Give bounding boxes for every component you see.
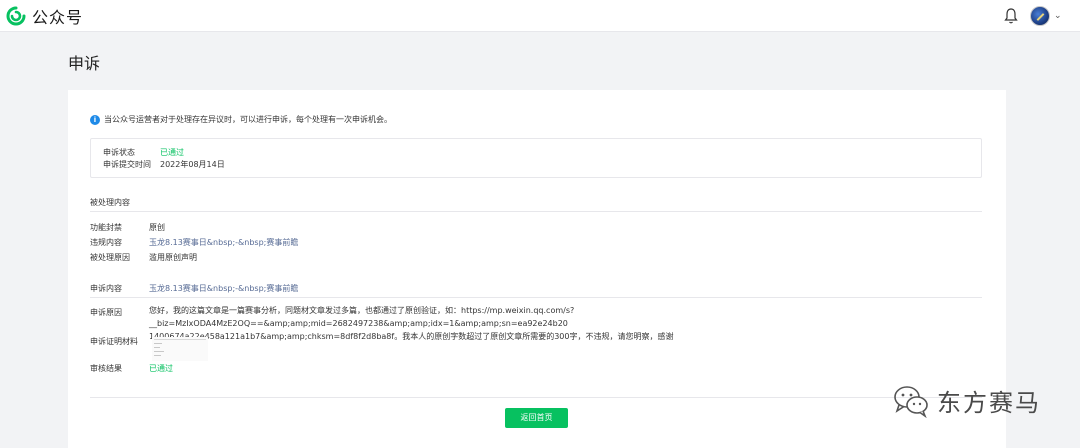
handled-row-reason: 被处理原因 滥用原创声明 (90, 252, 197, 263)
row-label: 被处理原因 (90, 253, 130, 262)
result-value: 已通过 (149, 364, 173, 373)
result-label: 审核结果 (90, 364, 122, 373)
info-icon: i (90, 114, 100, 125)
appeal-reason-line: 您好，我的这篇文章是一篇赛事分析，同题材文章发过多篇，也都通过了原创验证，如：h… (149, 306, 575, 328)
appeal-content-link[interactable]: 玉龙8.13赛事日&nbsp;-&nbsp;赛事前瞻 (149, 283, 298, 294)
appeal-content-row: 申诉内容 玉龙8.13赛事日&nbsp;-&nbsp;赛事前瞻 (90, 283, 298, 294)
page-title: 申诉 (68, 54, 101, 73)
row-label: 违规内容 (90, 238, 122, 247)
account-menu[interactable]: ⌄ (1030, 5, 1062, 27)
home-logo-link[interactable]: 公众号 (6, 6, 84, 27)
appeal-content-label: 申诉内容 (90, 284, 122, 293)
wechat-official-account-logo (6, 6, 26, 26)
notice-text: 当公众号运营者对于处理存在异议时，可以进行申诉，每个处理有一次申诉机会。 (104, 115, 392, 124)
appeal-reason-text: 您好，我的这篇文章是一篇赛事分析，同题材文章发过多篇，也都通过了原创验证，如：h… (149, 304, 989, 343)
divider (90, 397, 982, 398)
notice-bar: i 当公众号运营者对于处理存在异议时，可以进行申诉，每个处理有一次申诉机会。 (90, 114, 392, 125)
proof-label: 申诉证明材料 (90, 337, 138, 346)
violation-content-link[interactable]: 玉龙8.13赛事日&nbsp;-&nbsp;赛事前瞻 (149, 237, 298, 248)
wechat-bubble-icon (894, 385, 928, 418)
status-value: 已通过 (160, 148, 184, 157)
handled-row-function: 功能封禁 原创 (90, 222, 165, 233)
row-label: 功能封禁 (90, 223, 122, 232)
appeal-reason-label: 申诉原因 (90, 308, 122, 317)
handled-section-title: 被处理内容 (90, 198, 130, 207)
avatar[interactable] (1030, 6, 1050, 26)
top-bar: 公众号 ⌄ (0, 0, 1080, 32)
divider (90, 211, 982, 212)
submit-time-label: 申诉提交时间 (103, 160, 151, 169)
status-row: 申诉状态 (103, 147, 135, 158)
row-value: 滥用原创声明 (149, 253, 197, 262)
app-name: 公众号 (32, 8, 84, 27)
appeal-card: i 当公众号运营者对于处理存在异议时，可以进行申诉，每个处理有一次申诉机会。 申… (68, 90, 1006, 448)
watermark: 东方赛马 (893, 383, 1041, 418)
watermark-text: 东方赛马 (937, 389, 1041, 417)
bell-icon[interactable] (1003, 7, 1019, 25)
chevron-down-icon: ⌄ (1054, 11, 1062, 21)
back-home-button[interactable]: 返回首页 (505, 408, 568, 428)
result-row: 审核结果 已通过 (90, 363, 173, 374)
row-value: 原创 (149, 223, 165, 232)
divider (90, 297, 982, 298)
status-label: 申诉状态 (103, 148, 135, 157)
handled-row-content: 违规内容 玉龙8.13赛事日&nbsp;-&nbsp;赛事前瞻 (90, 237, 298, 248)
appeal-reason-line: 1400674a22e458a121a1b7&amp;amp;chksm=8df… (149, 332, 674, 341)
status-box: 申诉状态 已通过 申诉提交时间 2022年08月14日 (90, 138, 982, 178)
submit-time-value: 2022年08月14日 (160, 160, 225, 169)
proof-image-thumbnail[interactable] (152, 337, 208, 361)
